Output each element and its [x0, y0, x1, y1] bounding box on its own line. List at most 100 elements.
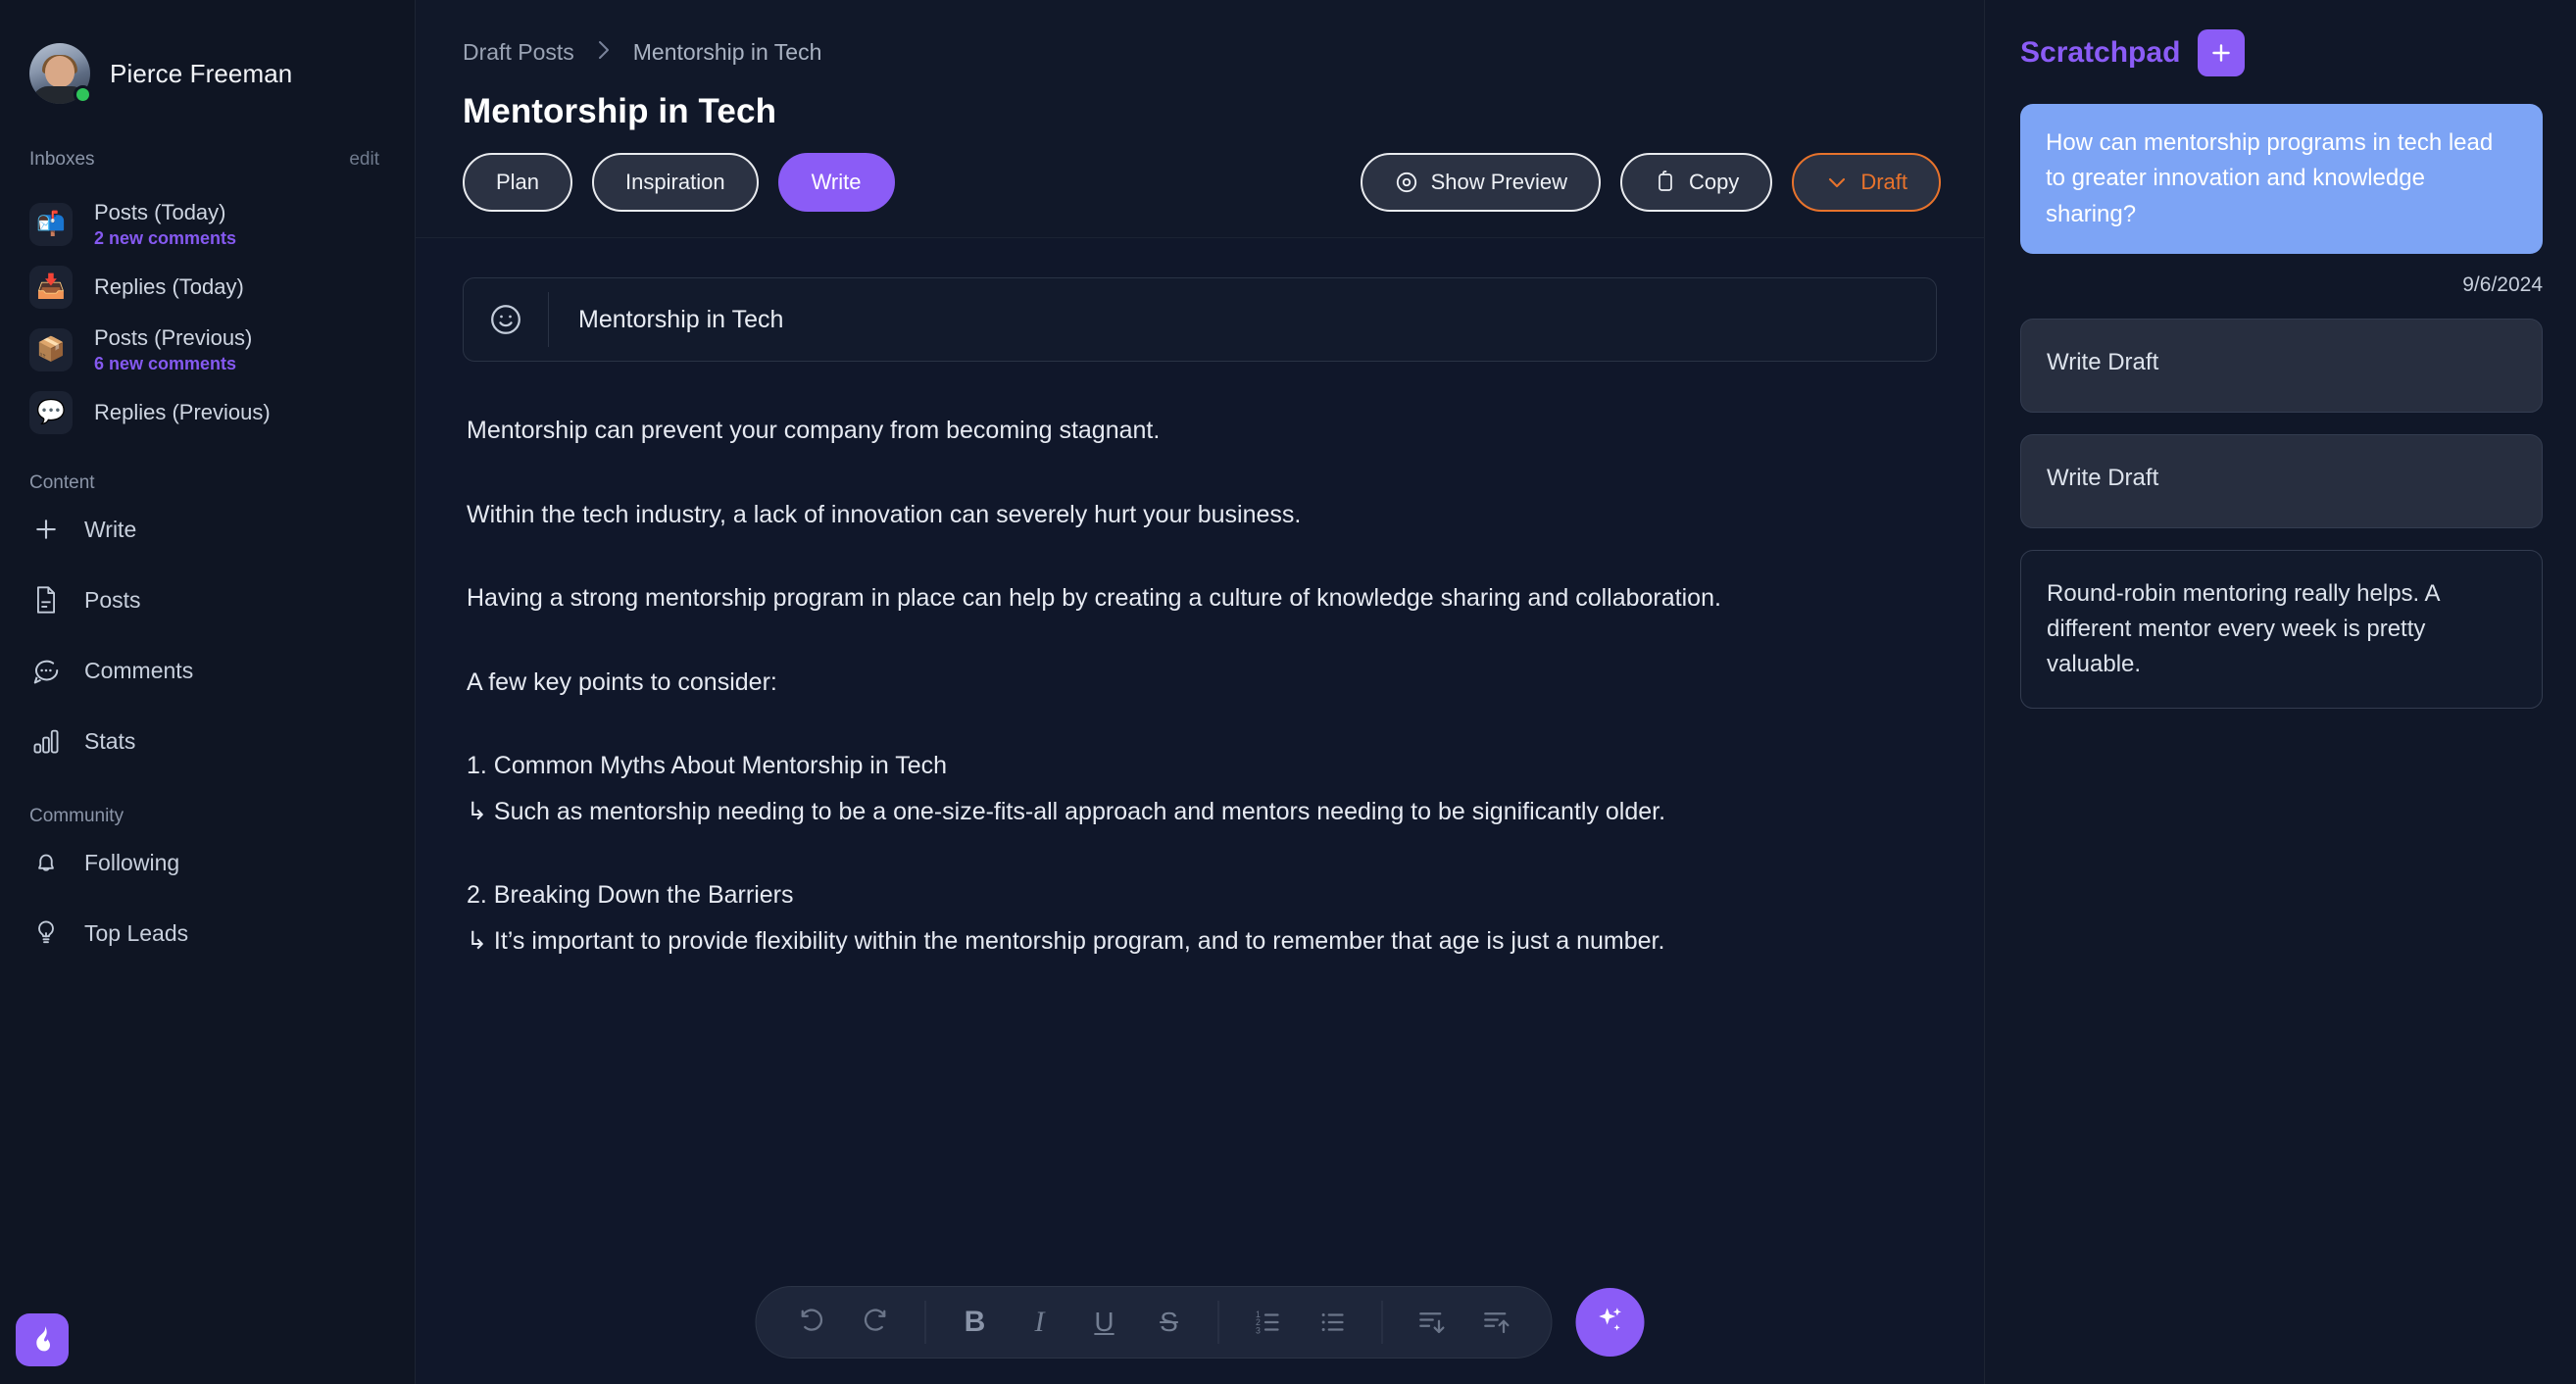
scratchpad-note-date: 9/6/2024: [2462, 273, 2543, 297]
smiley-icon[interactable]: [464, 302, 548, 337]
inboxes-section-header: Inboxes edit: [0, 104, 415, 171]
plus-icon: [29, 513, 63, 546]
document-title-input[interactable]: Mentorship in Tech: [549, 306, 783, 334]
svg-text:3: 3: [1256, 1325, 1261, 1335]
scratchpad-title: Scratchpad: [2020, 36, 2181, 69]
tab-plan[interactable]: Plan: [463, 153, 573, 212]
insert-below-icon[interactable]: [1403, 1293, 1461, 1352]
clipboard-icon: [1654, 170, 1677, 195]
underline-icon[interactable]: U: [1075, 1293, 1134, 1352]
eye-icon: [1394, 170, 1419, 195]
mailbox-icon: 📬: [29, 203, 73, 246]
ai-assist-button[interactable]: [1575, 1288, 1645, 1357]
sparkles-icon: [1594, 1304, 1627, 1342]
inbox-item-posts-today[interactable]: 📬 Posts (Today) 2 new comments: [0, 192, 415, 257]
sidebar-item-stats[interactable]: Stats: [0, 706, 415, 776]
inbox-item-replies-today[interactable]: 📥 Replies (Today): [0, 257, 415, 318]
toolbar-row: Plan Inspiration Write Show Preview Copy…: [463, 153, 1941, 237]
copy-button[interactable]: Copy: [1619, 153, 1773, 212]
paragraph: Mentorship can prevent your company from…: [467, 417, 1161, 444]
inbox-item-label: Replies (Previous): [94, 400, 271, 424]
italic-icon[interactable]: I: [1011, 1293, 1069, 1352]
sidebar-item-label: Stats: [84, 727, 136, 754]
page-title: Mentorship in Tech: [463, 92, 777, 130]
list-detail: ↳ Such as mentorship needing to be a one…: [467, 797, 1666, 825]
lightbulb-icon: [29, 916, 63, 950]
editor-area: Mentorship in Tech Mentorship can preven…: [416, 237, 1984, 1384]
paragraph: Within the tech industry, a lack of inno…: [467, 500, 1302, 528]
formatting-toolbar: B I U S 123: [755, 1286, 1645, 1359]
scratchpad-panel: Scratchpad How can mentorship programs i…: [1984, 0, 2576, 1384]
show-preview-button[interactable]: Show Preview: [1360, 153, 1601, 212]
sidebar-item-label: Posts: [84, 586, 141, 613]
sidebar: Pierce Freeman Inboxes edit 📬 Posts (Tod…: [0, 0, 416, 1384]
undo-icon[interactable]: [782, 1293, 841, 1352]
toolbar-divider: [1217, 1301, 1219, 1344]
inbox-item-badge: 2 new comments: [94, 228, 237, 248]
insert-above-icon[interactable]: [1467, 1293, 1526, 1352]
sidebar-item-top-leads[interactable]: Top Leads: [0, 898, 415, 968]
sidebar-item-comments[interactable]: Comments: [0, 635, 415, 706]
avatar: [29, 43, 92, 104]
scratchpad-note[interactable]: Write Draft: [2020, 434, 2543, 529]
bell-icon: [29, 846, 63, 879]
formatting-toolbar-pill: B I U S 123: [755, 1286, 1553, 1359]
draft-status-button[interactable]: Draft: [1792, 153, 1941, 212]
flame-logo-icon[interactable]: [16, 1313, 69, 1366]
list-heading: 2. Breaking Down the Barriers: [467, 881, 794, 909]
draft-label: Draft: [1860, 170, 1907, 194]
sidebar-item-label: Write: [84, 516, 137, 542]
tab-inspiration[interactable]: Inspiration: [592, 153, 759, 212]
breadcrumb-current: Mentorship in Tech: [632, 38, 822, 65]
ordered-list-icon[interactable]: 123: [1239, 1293, 1298, 1352]
breadcrumb-root[interactable]: Draft Posts: [463, 39, 574, 66]
redo-icon[interactable]: [847, 1293, 906, 1352]
inbox-item-label: Replies (Today): [94, 274, 244, 299]
strikethrough-icon[interactable]: S: [1140, 1293, 1199, 1352]
main-content: Draft Posts Mentorship in Tech Mentorshi…: [416, 0, 1984, 1384]
action-group: Show Preview Copy Draft: [1360, 153, 1941, 212]
document-body[interactable]: Mentorship can prevent your company from…: [416, 362, 1984, 961]
document-title-bar[interactable]: Mentorship in Tech: [463, 277, 1937, 362]
content-section-label: Content: [29, 472, 95, 493]
bar-chart-icon: [29, 724, 63, 758]
inboxes-edit-button[interactable]: edit: [349, 149, 379, 171]
document-icon: [29, 583, 63, 617]
app-root: Pierce Freeman Inboxes edit 📬 Posts (Tod…: [0, 0, 2576, 1384]
inbox-item-replies-previous[interactable]: 💬 Replies (Previous): [0, 382, 415, 443]
chevron-down-icon: [1825, 171, 1849, 194]
main-header: Draft Posts Mentorship in Tech Mentorshi…: [416, 0, 1984, 237]
copy-label: Copy: [1688, 170, 1740, 194]
paragraph: Having a strong mentorship program in pl…: [467, 584, 1721, 612]
sidebar-item-label: Following: [84, 849, 180, 875]
inbox-item-posts-previous[interactable]: 📦 Posts (Previous) 6 new comments: [0, 318, 415, 382]
sidebar-item-following[interactable]: Following: [0, 827, 415, 898]
add-note-button[interactable]: [2198, 29, 2246, 76]
user-name: Pierce Freeman: [110, 58, 293, 88]
inbox-item-label: Posts (Today): [94, 200, 226, 224]
show-preview-label: Show Preview: [1430, 170, 1567, 194]
package-icon: 📦: [29, 328, 73, 371]
paragraph: A few key points to consider:: [467, 667, 777, 696]
sidebar-item-label: Top Leads: [84, 919, 189, 946]
scratchpad-note[interactable]: Write Draft: [2020, 319, 2543, 414]
breadcrumb: Draft Posts Mentorship in Tech: [463, 35, 1941, 69]
sidebar-item-posts[interactable]: Posts: [0, 565, 415, 635]
user-profile[interactable]: Pierce Freeman: [0, 0, 415, 104]
sidebar-item-write[interactable]: Write: [0, 494, 415, 565]
bold-icon[interactable]: B: [946, 1293, 1005, 1352]
comment-icon: [29, 654, 63, 687]
inboxes-label: Inboxes: [29, 149, 95, 170]
tab-group: Plan Inspiration Write: [463, 153, 895, 212]
scratchpad-header: Scratchpad: [2020, 29, 2543, 76]
inbox-list: 📬 Posts (Today) 2 new comments 📥 Replies…: [0, 171, 415, 443]
online-status-indicator: [74, 85, 92, 104]
list-detail: ↳ It’s important to provide flexibility …: [467, 926, 1665, 955]
scratchpad-note[interactable]: Round-robin mentoring really helps. A di…: [2020, 550, 2543, 710]
inbox-tray-icon: 📥: [29, 266, 73, 309]
sidebar-item-label: Comments: [84, 657, 194, 683]
bullet-list-icon[interactable]: [1304, 1293, 1362, 1352]
tab-write[interactable]: Write: [777, 153, 895, 212]
scratchpad-highlight-note[interactable]: How can mentorship programs in tech lead…: [2020, 104, 2543, 255]
toolbar-divider: [1381, 1301, 1383, 1344]
